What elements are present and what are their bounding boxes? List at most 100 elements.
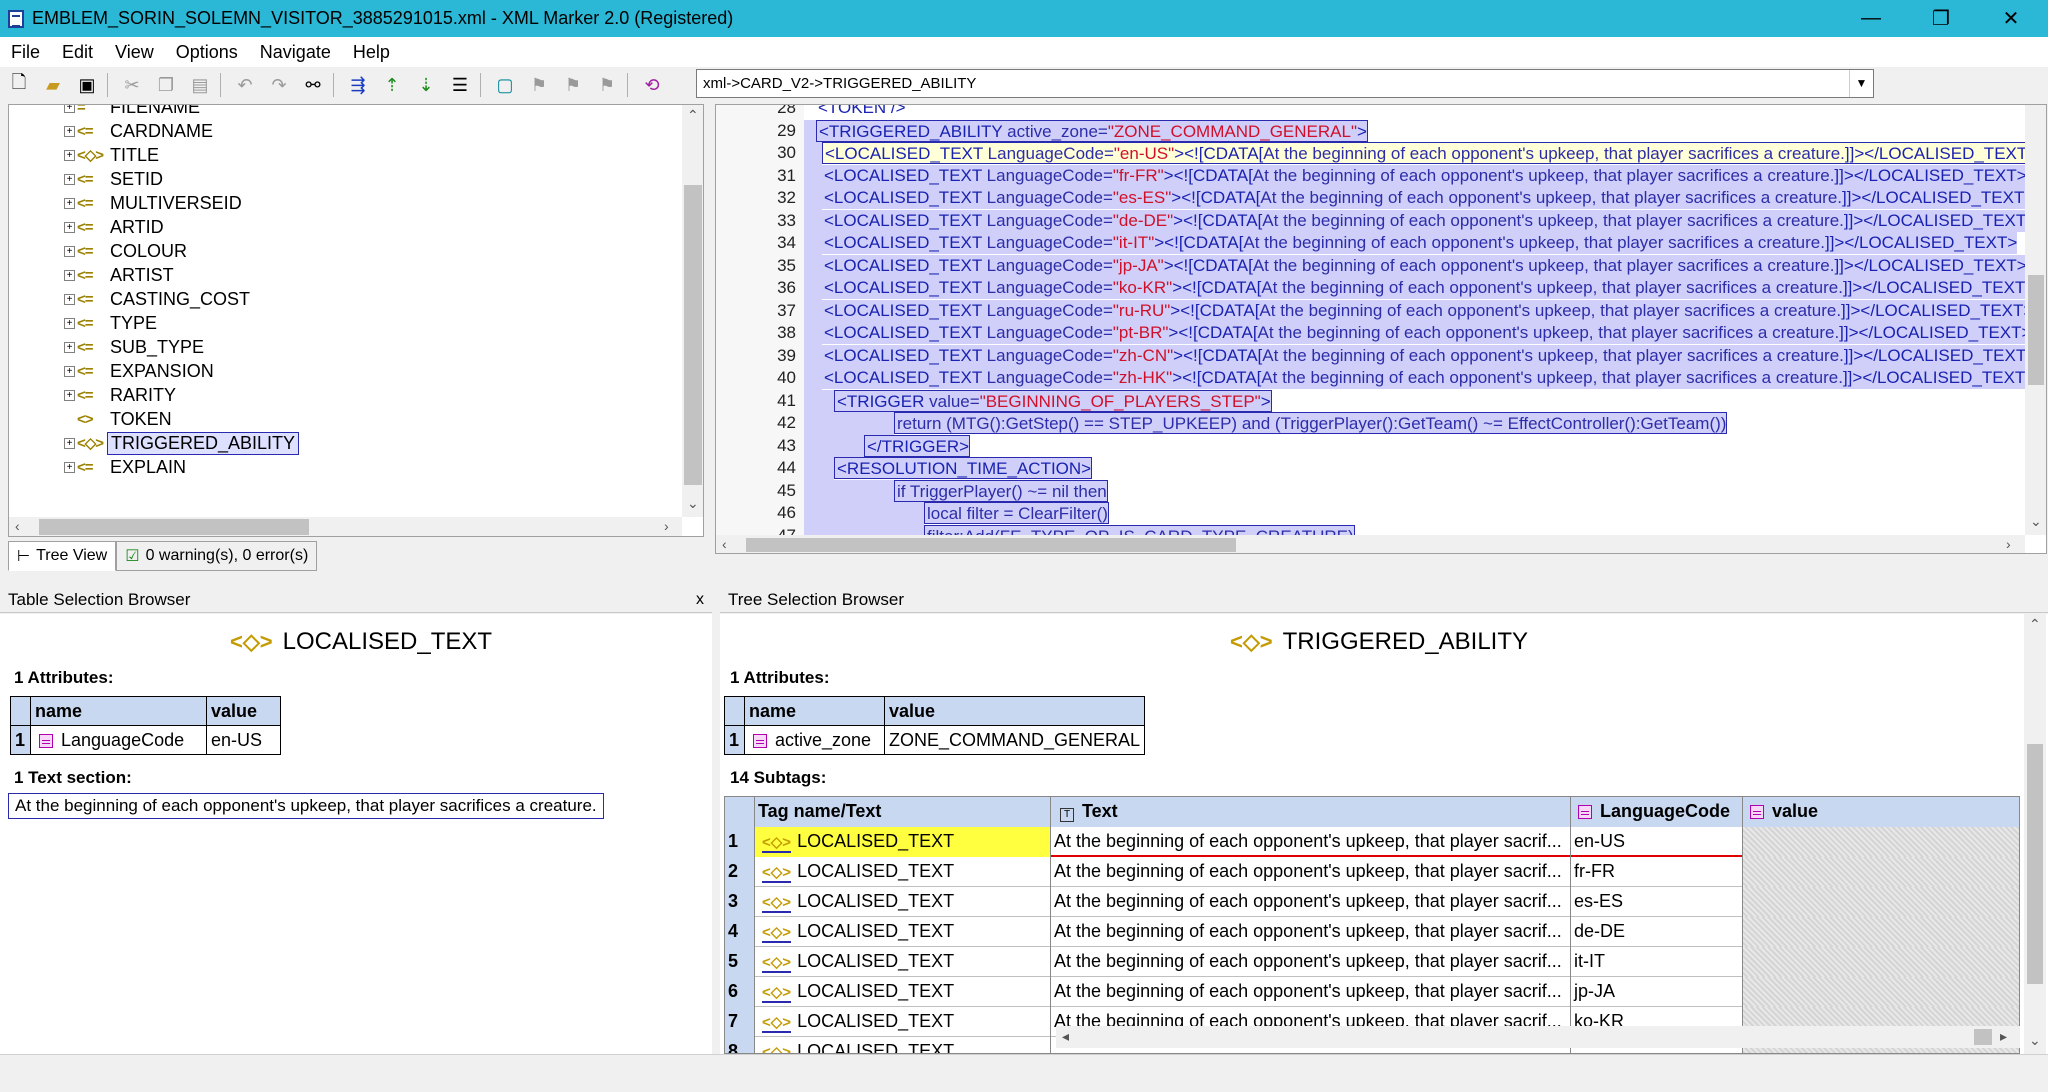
scroll-right-icon[interactable]: ▸	[2000, 1028, 2007, 1045]
tree-item[interactable]: + <= SETID	[9, 167, 166, 191]
text-cell[interactable]: At the beginning of each opponent's upke…	[1051, 827, 1571, 857]
scroll-thumb[interactable]	[2027, 744, 2043, 984]
scroll-thumb[interactable]	[1974, 1029, 1992, 1045]
table-row[interactable]: 3 <◇> LOCALISED_TEXT At the beginning of ea…	[725, 887, 2019, 917]
code-line[interactable]: 45 if TriggerPlayer() ~= nil then	[716, 479, 2026, 502]
expand-toggle-icon[interactable]: +	[64, 293, 75, 305]
expand-toggle-icon[interactable]: +	[64, 197, 75, 209]
close-icon[interactable]: x	[696, 587, 704, 613]
expand-toggle-icon[interactable]: +	[64, 437, 75, 449]
expand-toggle-icon[interactable]: +	[64, 125, 75, 137]
text-cell[interactable]: At the beginning of each opponent's upke…	[1051, 887, 1571, 917]
tree-item[interactable]: + <= RARITY	[9, 383, 179, 407]
language-code-cell[interactable]: es-ES	[1571, 887, 1743, 917]
expand-toggle-icon[interactable]: +	[64, 149, 75, 161]
menu-edit[interactable]: Edit	[51, 42, 104, 63]
table-row[interactable]: 2 <◇> LOCALISED_TEXT At the beginning of ea…	[725, 857, 2019, 887]
language-code-cell[interactable]: de-DE	[1571, 917, 1743, 947]
tag-name-cell[interactable]: <◇> LOCALISED_TEXT	[755, 887, 1051, 917]
expand-toggle-icon[interactable]: +	[64, 269, 75, 281]
code-line[interactable]: 35 <LOCALISED_TEXT LanguageCode="jp-JA"><…	[716, 254, 2027, 277]
tree-item[interactable]: + <= CASTING_COST	[9, 287, 253, 311]
mark-icon[interactable]: ⚑	[592, 70, 622, 100]
tree-item[interactable]: + <= COLOUR	[9, 239, 190, 263]
tag-name-cell[interactable]: <◇> LOCALISED_TEXT	[755, 1007, 1051, 1037]
tree-item[interactable]: <> TOKEN	[9, 407, 175, 431]
tree-vertical-scrollbar[interactable]: ⌃ ⌄	[682, 105, 703, 517]
code-line[interactable]: 46 local filter = ClearFilter()	[716, 502, 2026, 525]
attr-value-cell[interactable]: ZONE_COMMAND_GENERAL	[883, 725, 1146, 755]
code-line[interactable]: 37 <LOCALISED_TEXT LanguageCode="ru-RU"><…	[716, 299, 2034, 322]
table-row[interactable]: 5 <◇> LOCALISED_TEXT At the beginning of ea…	[725, 947, 2019, 977]
text-cell[interactable]: At the beginning of each opponent's upke…	[1051, 947, 1571, 977]
tree-item[interactable]: + <= EXPLAIN	[9, 455, 189, 479]
column-header[interactable]: Tag name/Text	[755, 797, 1051, 827]
refresh-icon[interactable]: ⟲	[637, 70, 667, 100]
scroll-thumb[interactable]	[39, 519, 309, 535]
expand-toggle-icon[interactable]: +	[64, 245, 75, 257]
tree-item[interactable]: + <= CARDNAME	[9, 119, 216, 143]
tab-tree-view[interactable]: ⊢ Tree View	[8, 541, 117, 571]
menu-help[interactable]: Help	[342, 42, 401, 63]
code-line[interactable]: 38 <LOCALISED_TEXT LanguageCode="pt-BR"><…	[716, 322, 2032, 345]
text-section-value[interactable]: At the beginning of each opponent's upke…	[8, 793, 604, 819]
language-code-cell[interactable]: jp-JA	[1571, 977, 1743, 1007]
save-icon[interactable]: ▣	[72, 70, 102, 100]
cut-icon[interactable]: ✂	[117, 70, 147, 100]
menu-view[interactable]: View	[104, 42, 165, 63]
tag-name-cell[interactable]: <◇> LOCALISED_TEXT	[755, 827, 1051, 857]
scroll-left-icon[interactable]: ◂	[1062, 1028, 1069, 1045]
tree-item[interactable]: + <= EXPANSION	[9, 359, 217, 383]
code-line[interactable]: 30 <LOCALISED_TEXT LanguageCode="en-US"><…	[716, 142, 2039, 165]
menu-file[interactable]: File	[0, 42, 51, 63]
table-row[interactable]: 1 LanguageCode en-US	[10, 725, 281, 755]
expand-toggle-icon[interactable]: +	[64, 221, 75, 233]
expand-toggle-icon[interactable]: +	[64, 389, 75, 401]
code-line[interactable]: 34 <LOCALISED_TEXT LanguageCode="it-IT"><…	[716, 232, 2026, 255]
next-icon[interactable]: ⚑	[558, 70, 588, 100]
tag-name-cell[interactable]: <◇> LOCALISED_TEXT	[755, 917, 1051, 947]
code-line[interactable]: 29 <TRIGGERED_ABILITY active_zone="ZONE_C…	[716, 119, 2026, 142]
xpath-combobox[interactable]: xml->CARD_V2->TRIGGERED_ABILITY ▼	[696, 69, 1874, 98]
attr-value-cell[interactable]: en-US	[206, 725, 281, 755]
tree-item[interactable]: + <= SUB_TYPE	[9, 335, 207, 359]
text-cell[interactable]: At the beginning of each opponent's upke…	[1051, 917, 1571, 947]
find-icon[interactable]: ⚯	[298, 70, 328, 100]
scroll-thumb[interactable]	[746, 538, 1236, 552]
table-row[interactable]: 4 <◇> LOCALISED_TEXT At the beginning of ea…	[725, 917, 2019, 947]
move-down-icon[interactable]: ⇣	[411, 70, 441, 100]
paste-icon[interactable]: ▤	[185, 70, 215, 100]
tree-horizontal-scrollbar[interactable]: ‹ ›	[9, 517, 682, 536]
tree-item[interactable]: + <◇> TRIGGERED_ABILITY	[9, 431, 300, 455]
code-line[interactable]: 33 <LOCALISED_TEXT LanguageCode="de-DE"><…	[716, 209, 2037, 232]
open-folder-icon[interactable]: ▰	[38, 70, 68, 100]
code-horizontal-scrollbar[interactable]: ‹ ›	[716, 535, 2025, 553]
expand-toggle-icon[interactable]: +	[64, 105, 75, 113]
language-code-cell[interactable]: it-IT	[1571, 947, 1743, 977]
scroll-down-icon[interactable]: ⌄	[687, 495, 699, 512]
code-line[interactable]: 44 <RESOLUTION_TIME_ACTION>	[716, 457, 2026, 480]
undo-icon[interactable]: ↶	[230, 70, 260, 100]
menu-options[interactable]: Options	[165, 42, 249, 63]
table-row[interactable]: 6 <◇> LOCALISED_TEXT At the beginning of ea…	[725, 977, 2019, 1007]
scroll-up-icon[interactable]: ⌃	[687, 107, 699, 124]
tag-name-cell[interactable]: <◇> LOCALISED_TEXT	[755, 947, 1051, 977]
scroll-right-icon[interactable]: ›	[664, 518, 669, 534]
column-header[interactable]: T Text	[1051, 797, 1571, 827]
table-row[interactable]: 1 active_zone ZONE_COMMAND_GENERAL	[724, 725, 1146, 755]
chevron-down-icon[interactable]: ▼	[1849, 70, 1873, 97]
scroll-left-icon[interactable]: ‹	[15, 518, 20, 534]
scroll-right-icon[interactable]: ›	[2006, 536, 2011, 552]
code-line[interactable]: 32 <LOCALISED_TEXT LanguageCode="es-ES"><…	[716, 187, 2035, 210]
expand-toggle-icon[interactable]: +	[64, 341, 75, 353]
scroll-down-icon[interactable]: ⌄	[2030, 513, 2042, 530]
tag-name-cell[interactable]: <◇> LOCALISED_TEXT	[755, 977, 1051, 1007]
tag-name-cell[interactable]: <◇> LOCALISED_TEXT	[755, 857, 1051, 887]
scroll-thumb[interactable]	[2028, 275, 2044, 385]
code-line[interactable]: 36 <LOCALISED_TEXT LanguageCode="ko-KR"><…	[716, 277, 2036, 300]
expand-toggle-icon[interactable]: +	[64, 173, 75, 185]
attr-name-cell[interactable]: LanguageCode	[30, 725, 207, 755]
expand-toggle-icon[interactable]: +	[64, 365, 75, 377]
tree-item[interactable]: + <= ARTIST	[9, 263, 177, 287]
copy-icon[interactable]: ❐	[151, 70, 181, 100]
